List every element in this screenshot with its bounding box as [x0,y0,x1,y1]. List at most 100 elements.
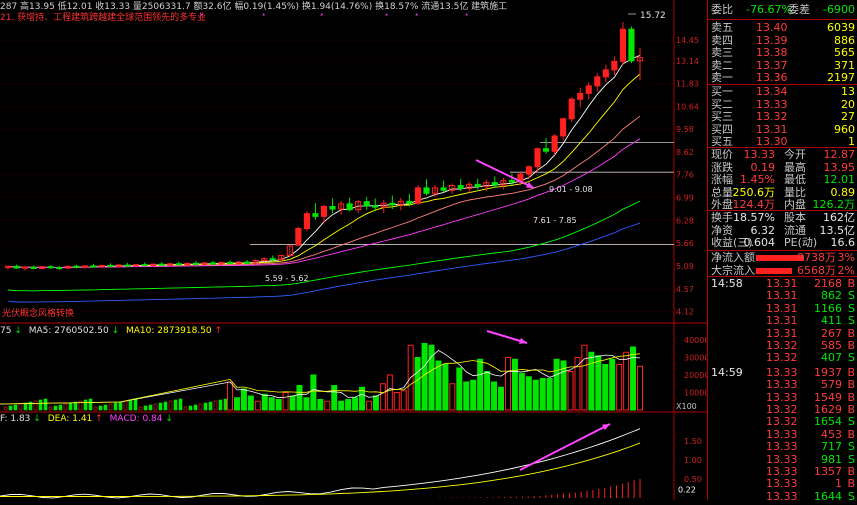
volume-bar [213,400,218,411]
event-marker: * [415,12,419,20]
volume-bar [43,398,48,411]
macd-tick-label: 0.22 [678,486,696,495]
volume-bar [148,404,153,411]
gap-label-2: 7.61 - 7.85 [533,216,577,225]
volume-bar [83,399,88,411]
candle-body [389,202,396,206]
macd-down-arrow-icon: ↓ [165,414,173,424]
volume-bar [268,397,275,411]
price-tick-label: 4.57 [676,285,694,294]
candle-body [372,205,379,208]
candle-body [474,183,481,187]
volume-bar [630,346,637,411]
macd-header: F: 1.83 ↓ DEA: 1.41 ↑ MACD: 0.84 ↓ [0,414,173,426]
price-tick-label: 9.58 [676,125,694,134]
volume-tick-label: 10000 [684,389,707,398]
price-tick-label: 6.28 [676,216,694,225]
macd-tick-label: 0.50 [684,475,702,484]
volume-bar [539,378,546,411]
price-tick-label: 13.14 [676,57,699,66]
volume-bar [581,344,588,411]
event-marker: * [320,12,324,20]
volume-bar [138,406,143,411]
volume-bar [48,406,53,411]
bottom-tag[interactable]: 光伏概念风格转换 [2,306,74,319]
vol-down-arrow-icon: ↓ [14,326,22,336]
candle-body [226,262,234,265]
volume-bar [421,343,428,411]
volume-bar [108,403,113,411]
event-marker: * [262,12,266,20]
price-tick-label: 5.66 [676,239,694,248]
volume-bar [153,403,158,411]
volume-bar [623,351,630,411]
dif-label: F: 1.83 [0,414,31,424]
volume-bar [463,381,470,411]
volume-bar [393,392,400,411]
flow-bar [756,267,792,274]
dif-down-arrow-icon: ↓ [33,414,41,424]
volume-bar [400,390,407,411]
gap-label-1: 9.01 - 9.08 [549,185,593,194]
tick-row[interactable]: 13.33 1644 S [708,489,857,505]
candle-body [192,262,199,265]
ma10-up-arrow-icon: ↑ [214,326,223,336]
candle-body [585,85,592,94]
diff-value: -6900 [823,3,855,16]
volume-bar [53,405,58,411]
moving-average-line [7,138,641,268]
peak-label: 15.72 [640,11,666,21]
volume-bar [338,400,345,411]
candle-body [73,265,80,268]
candle-body [295,228,302,246]
moving-average-line [7,73,641,268]
candle-body [244,261,251,264]
candle-body [542,148,550,152]
volume-bar [143,405,148,411]
volume-bar [532,379,539,411]
volume-bar [282,392,289,411]
stock-terminal-window: 287 高13.95 低12.01 收13.33 量2506331.7 额32.… [0,0,857,503]
volume-bar [525,376,532,411]
volume-tick-label: 30000 [684,354,707,363]
volume-bar [227,381,233,411]
annotation-arrow [519,423,611,471]
volume-bar [484,371,491,411]
candle-body [602,69,609,78]
volume-bar [13,404,18,411]
volume-bar [3,406,8,411]
price-tick-label: 11.83 [676,79,699,88]
candle-body [209,262,217,265]
volume-bar [491,381,498,411]
volume-bar [128,399,133,411]
macd-tick-label: 1.00 [684,456,702,465]
event-marker: * [200,12,204,20]
volume-bar [198,403,203,411]
tick-price: 13.33 [766,489,798,503]
volume-bar [637,365,643,411]
macd-label: MACD: 0.84 [109,414,163,424]
volume-bar [331,385,338,411]
volume-bar [303,397,310,411]
candle-body [30,266,37,269]
price-tick-label: 8.62 [676,148,694,157]
volume-bar [414,357,421,411]
candle-body [534,148,541,168]
ma10-label: MA10: 2873918.50 [125,326,212,336]
candle-body [47,266,54,269]
volume-bar [188,405,193,411]
volume-bar [103,404,108,411]
diff-label: 委差 [788,3,810,16]
volume-bar [477,358,484,411]
candle-body [508,180,515,183]
volume-bar [588,351,595,411]
volume-bar [18,403,23,411]
volume-bar [168,400,173,411]
candle-body [13,265,20,269]
candle-body [568,98,575,120]
volume-bar [609,358,616,411]
volume-header: 75 ↓ MA5: 2760502.50 ↓ MA10: 2873918.50 … [0,326,222,338]
candle-body [158,263,165,266]
volume-bar [511,358,518,411]
price-tick-label: 14.45 [676,36,699,45]
